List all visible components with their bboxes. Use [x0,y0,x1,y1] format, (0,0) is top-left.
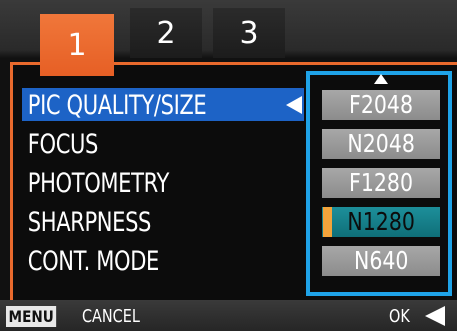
option-n640[interactable]: N640 [322,246,440,276]
ok-arrow-icon[interactable] [425,306,445,326]
option-label: N2048 [347,129,415,158]
menu-item-focus[interactable]: FOCUS [20,125,251,164]
menu-item-pic-quality-size[interactable]: PIC QUALITY/SIZE [20,86,251,125]
left-arrow-icon [286,96,302,114]
option-f2048[interactable]: F2048 [322,90,440,120]
menu-item-cont-mode[interactable]: CONT. MODE [20,242,251,281]
menu-list: PIC QUALITY/SIZE FOCUS PHOTOMETRY SHARPN… [20,86,316,281]
tab-3[interactable]: 3 [213,8,285,58]
ok-label[interactable]: OK [389,306,410,327]
option-f1280[interactable]: F1280 [322,168,440,198]
tab-1[interactable]: 1 [40,14,114,76]
option-n1280[interactable]: N1280 [322,207,440,237]
option-cursor [323,207,332,237]
scroll-up-icon[interactable] [374,74,388,84]
option-label: N1280 [347,207,415,236]
option-label: F2048 [349,90,413,119]
menu-key-badge[interactable]: MENU [6,306,57,327]
option-label: N640 [353,246,409,275]
option-n2048[interactable]: N2048 [322,129,440,159]
cancel-label[interactable]: CANCEL [82,306,140,327]
menu-item-photometry[interactable]: PHOTOMETRY [20,164,251,203]
tab-2[interactable]: 2 [130,8,202,58]
camera-menu-screen: 2 3 1 PIC QUALITY/SIZE FOCUS PHOTOMETRY … [0,0,457,331]
option-label: F1280 [349,168,413,197]
menu-item-sharpness[interactable]: SHARPNESS [20,203,251,242]
